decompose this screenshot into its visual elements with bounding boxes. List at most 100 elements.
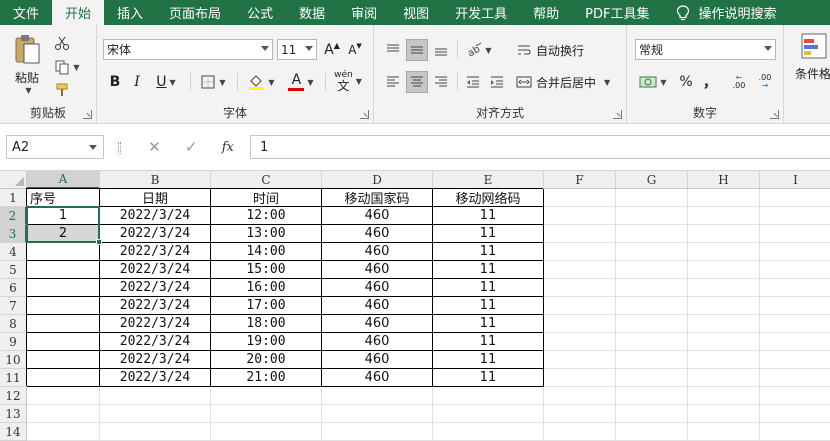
cell-a6[interactable] (27, 279, 100, 297)
cell-c8[interactable]: 18:00 (211, 315, 322, 333)
cell-h7[interactable] (688, 297, 760, 315)
cell-f2[interactable] (544, 207, 616, 225)
cell-d10[interactable]: 460 (322, 351, 433, 369)
row-header-13[interactable]: 13 (0, 405, 27, 423)
name-box[interactable]: A2 (6, 135, 104, 159)
cell-e12[interactable] (433, 387, 544, 405)
column-header-h[interactable]: H (688, 171, 760, 189)
merge-center-button[interactable]: 合并后居中 ▼ (516, 71, 620, 93)
cell-b13[interactable] (100, 405, 211, 423)
decrease-indent-button[interactable] (462, 71, 484, 93)
cell-e11[interactable]: 11 (433, 369, 544, 387)
cell-c9[interactable]: 19:00 (211, 333, 322, 351)
font-color-button[interactable]: A ▼ (283, 71, 319, 93)
cell-a12[interactable] (27, 387, 100, 405)
cell-c13[interactable] (211, 405, 322, 423)
cell-i12[interactable] (760, 387, 830, 405)
cell-b9[interactable]: 2022/3/24 (100, 333, 211, 351)
cell-d3[interactable]: 460 (322, 225, 433, 243)
cell-f7[interactable] (544, 297, 616, 315)
cell-f8[interactable] (544, 315, 616, 333)
copy-button[interactable]: ▼ (52, 57, 82, 77)
column-header-e[interactable]: E (433, 171, 544, 189)
cell-i7[interactable] (760, 297, 830, 315)
cell-d5[interactable]: 460 (322, 261, 433, 279)
cell-b14[interactable] (100, 423, 211, 441)
cell-h5[interactable] (688, 261, 760, 279)
clipboard-launcher-icon[interactable] (83, 110, 92, 119)
cut-button[interactable] (52, 33, 72, 53)
cell-c5[interactable]: 15:00 (211, 261, 322, 279)
cell-e7[interactable]: 11 (433, 297, 544, 315)
tab-review[interactable]: 审阅 (338, 0, 390, 25)
cell-e5[interactable]: 11 (433, 261, 544, 279)
cell-d1[interactable]: 移动国家码 (322, 189, 433, 207)
align-top-button[interactable] (382, 39, 404, 61)
cell-i5[interactable] (760, 261, 830, 279)
grow-font-button[interactable]: A ▲ (322, 39, 342, 60)
bold-button[interactable]: B (105, 71, 125, 93)
phonetic-guide-button[interactable]: wén 文 ▼ (330, 69, 366, 93)
align-bottom-button[interactable] (430, 39, 452, 61)
row-header-8[interactable]: 8 (0, 315, 27, 333)
percent-style-button[interactable]: % (675, 71, 697, 93)
cell-i10[interactable] (760, 351, 830, 369)
cell-i9[interactable] (760, 333, 830, 351)
cell-c2[interactable]: 12:00 (211, 207, 322, 225)
cell-g11[interactable] (616, 369, 688, 387)
cell-e9[interactable]: 11 (433, 333, 544, 351)
row-header-7[interactable]: 7 (0, 297, 27, 315)
row-header-4[interactable]: 4 (0, 243, 27, 261)
row-header-14[interactable]: 14 (0, 423, 27, 441)
cell-c12[interactable] (211, 387, 322, 405)
cell-b3[interactable]: 2022/3/24 (100, 225, 211, 243)
cell-g4[interactable] (616, 243, 688, 261)
column-header-a[interactable]: A (27, 171, 100, 189)
tab-formulas[interactable]: 公式 (234, 0, 286, 25)
tab-view[interactable]: 视图 (390, 0, 442, 25)
cell-g6[interactable] (616, 279, 688, 297)
cell-b10[interactable]: 2022/3/24 (100, 351, 211, 369)
cell-g3[interactable] (616, 225, 688, 243)
cell-d14[interactable] (322, 423, 433, 441)
cell-f5[interactable] (544, 261, 616, 279)
enter-icon[interactable]: ✓ (185, 138, 198, 156)
cell-g2[interactable] (616, 207, 688, 225)
row-header-3[interactable]: 3 (0, 225, 27, 243)
column-header-f[interactable]: F (544, 171, 616, 189)
cell-g13[interactable] (616, 405, 688, 423)
cell-a13[interactable] (27, 405, 100, 423)
tab-help[interactable]: 帮助 (520, 0, 572, 25)
cell-b5[interactable]: 2022/3/24 (100, 261, 211, 279)
worksheet-grid[interactable]: A B C D E F G H I 1 序号 日期 时间 移动国家码 移动网络码 2 1 2022/3/24 12:… (0, 171, 830, 441)
cell-e3[interactable]: 11 (433, 225, 544, 243)
tab-home[interactable]: 开始 (52, 0, 105, 25)
format-painter-button[interactable] (52, 80, 72, 100)
cell-e13[interactable] (433, 405, 544, 423)
increase-indent-button[interactable] (486, 71, 508, 93)
tab-developer[interactable]: 开发工具 (442, 0, 520, 25)
cell-h4[interactable] (688, 243, 760, 261)
cell-h10[interactable] (688, 351, 760, 369)
row-header-1[interactable]: 1 (0, 189, 27, 207)
cell-d4[interactable]: 460 (322, 243, 433, 261)
cell-d11[interactable]: 460 (322, 369, 433, 387)
cell-g14[interactable] (616, 423, 688, 441)
select-all-button[interactable] (0, 171, 27, 189)
tab-pdf-tools[interactable]: PDF工具集 (572, 0, 662, 25)
number-launcher-icon[interactable] (770, 110, 779, 119)
fill-color-button[interactable]: ▼ (243, 71, 279, 93)
cell-d13[interactable] (322, 405, 433, 423)
accounting-format-button[interactable]: ▼ (635, 71, 671, 93)
cell-f4[interactable] (544, 243, 616, 261)
cancel-icon[interactable]: ✕ (148, 138, 161, 156)
cell-g5[interactable] (616, 261, 688, 279)
cell-i13[interactable] (760, 405, 830, 423)
cell-d7[interactable]: 460 (322, 297, 433, 315)
cell-i8[interactable] (760, 315, 830, 333)
italic-button[interactable]: I (127, 71, 147, 93)
orientation-button[interactable]: ab ▼ (462, 39, 496, 61)
align-center-button[interactable] (406, 71, 428, 93)
align-middle-button[interactable] (406, 39, 428, 61)
cell-c1[interactable]: 时间 (211, 189, 322, 207)
